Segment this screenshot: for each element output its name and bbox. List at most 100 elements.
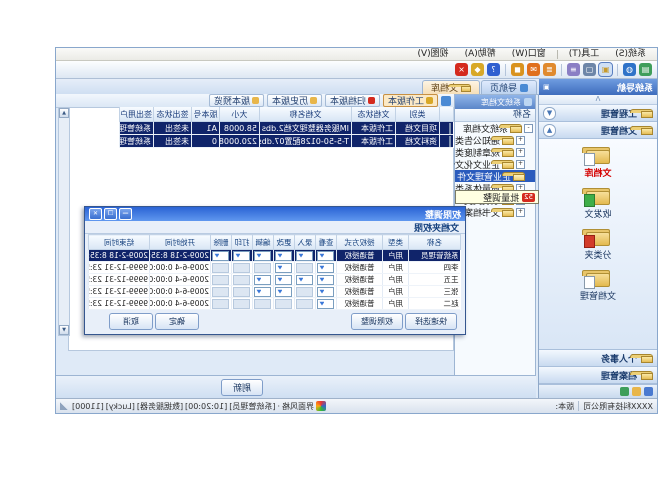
column-header[interactable]: 文档名称 xyxy=(260,107,352,122)
entry-permission-dropdown[interactable] xyxy=(297,263,314,273)
entry-permission-dropdown[interactable] xyxy=(297,251,314,261)
column-header[interactable]: 查看 xyxy=(316,235,337,250)
delete-permission-dropdown[interactable] xyxy=(213,275,230,285)
sidebar-item-docmanage[interactable]: 文档管理 xyxy=(580,270,616,302)
window-icon[interactable]: ▢ xyxy=(583,63,596,76)
collapse-icon[interactable]: - xyxy=(524,124,533,133)
column-header[interactable]: 编辑 xyxy=(253,235,274,250)
menu-view[interactable]: 视图(V) xyxy=(410,48,455,60)
close-icon[interactable]: ✕ xyxy=(89,208,102,220)
notebook-icon[interactable]: ≡ xyxy=(567,63,580,76)
edit-permission-dropdown[interactable] xyxy=(255,263,272,273)
column-header[interactable]: 签出状态 xyxy=(154,107,192,122)
permission-row[interactable]: 张三用户普通授权 2009-6-4 0:00:009999-12-31 23:5… xyxy=(89,286,461,298)
delete-permission-dropdown[interactable] xyxy=(213,287,230,297)
chevron-up-icon[interactable]: ▲ xyxy=(543,124,556,137)
column-header[interactable]: 签出用户 xyxy=(120,107,154,122)
briefcase-icon[interactable]: ◼ xyxy=(511,63,524,76)
print-permission-dropdown[interactable] xyxy=(234,299,251,309)
entry-permission-dropdown[interactable] xyxy=(297,275,314,285)
column-header[interactable]: 文档状态 xyxy=(352,107,396,122)
lock-icon[interactable]: ◆ xyxy=(471,63,484,76)
change-permission-dropdown[interactable] xyxy=(276,263,293,273)
info-icon[interactable] xyxy=(441,96,451,106)
chevron-down-icon[interactable]: ▼ xyxy=(543,107,556,120)
column-header[interactable]: 名称 xyxy=(409,235,461,250)
menu-system[interactable]: 系统(S) xyxy=(608,48,653,60)
column-header[interactable]: 删除 xyxy=(211,235,232,250)
expand-icon[interactable]: + xyxy=(516,148,525,157)
sidebar-group-project[interactable]: 工程管理 ▼ xyxy=(539,105,657,122)
history-version-button[interactable]: 历史版本 xyxy=(267,94,322,107)
tree-node-selected[interactable]: 企业管理文件 xyxy=(455,170,535,182)
view-permission-dropdown[interactable] xyxy=(318,251,335,261)
change-permission-dropdown[interactable] xyxy=(276,299,293,309)
document-icon[interactable]: ≣ xyxy=(543,63,556,76)
edit-permission-dropdown[interactable] xyxy=(255,251,272,261)
tree-node[interactable]: + 通知公告类 xyxy=(455,134,535,146)
sidebar-item-sendreceive[interactable]: 收发文 xyxy=(585,188,612,220)
delete-permission-dropdown[interactable] xyxy=(213,263,230,273)
print-permission-dropdown[interactable] xyxy=(234,275,251,285)
vertical-scrollbar[interactable]: ▲ ▼ xyxy=(58,107,70,336)
sidebar-group-personal[interactable]: 个人事务 xyxy=(539,350,657,367)
entry-permission-dropdown[interactable] xyxy=(297,287,314,297)
dialog-titlebar[interactable]: 权限调整 — ❐ ✕ xyxy=(85,207,465,221)
preview-version-button[interactable]: 版本预览 xyxy=(209,94,264,107)
delete-permission-dropdown[interactable] xyxy=(213,251,230,261)
palette-icon[interactable] xyxy=(316,401,326,411)
icon-column-header[interactable] xyxy=(440,107,454,122)
ok-button[interactable]: 确定 xyxy=(155,313,199,330)
tree-node-root[interactable]: - 系统文档库 xyxy=(455,122,535,134)
edit-permission-dropdown[interactable] xyxy=(255,275,272,285)
change-permission-dropdown[interactable] xyxy=(276,251,293,261)
folder-mini-icon[interactable] xyxy=(632,387,641,396)
tree-node[interactable]: + 文书档案类 xyxy=(455,206,535,218)
refresh-button[interactable]: 刷新 xyxy=(221,379,263,396)
tree-column-header[interactable]: 名称 xyxy=(455,109,535,122)
sidebar-group-archive[interactable]: 档案管理 xyxy=(539,367,657,384)
permission-row[interactable]: 李四用户普通授权 2009-6-4 0:00:009999-12-31 23:5… xyxy=(89,262,461,274)
view-permission-dropdown[interactable] xyxy=(318,287,335,297)
column-header[interactable]: 类型 xyxy=(383,235,409,250)
change-permission-dropdown[interactable] xyxy=(276,287,293,297)
expand-icon[interactable]: + xyxy=(516,208,525,217)
mail-icon[interactable]: ✉ xyxy=(527,63,540,76)
column-header[interactable]: 授权方式 xyxy=(337,235,383,250)
quick-select-button[interactable]: 快速选择 xyxy=(405,313,457,330)
print-permission-dropdown[interactable] xyxy=(234,251,251,261)
table-row[interactable]: 资料文档工作版本 T-5-50-0128配置07.dbs220.0008 0未签… xyxy=(120,135,454,148)
dialog-section-label[interactable]: 文档夹权限 xyxy=(85,221,465,234)
tree-node[interactable]: + 企业文化文件 xyxy=(455,158,535,170)
sidebar-item-categories[interactable]: 分类夹 xyxy=(585,229,612,261)
nav-mini-icon[interactable] xyxy=(644,387,653,396)
column-header[interactable]: 开始时间 xyxy=(150,235,211,250)
column-header[interactable]: 类别 xyxy=(396,107,440,122)
sidebar-group-documents[interactable]: 文档管理 ▲ xyxy=(539,122,657,139)
archived-version-button[interactable]: 归档版本 xyxy=(325,94,380,107)
delete-permission-dropdown[interactable] xyxy=(213,299,230,309)
print-permission-dropdown[interactable] xyxy=(234,287,251,297)
menu-help[interactable]: 帮助(A) xyxy=(458,48,503,60)
tab-navigation-page[interactable]: 导航页 xyxy=(481,80,537,94)
table-row[interactable]: 项目文档工作版本 IM服务器整理文档2.dbs58.0008 A1未签出 系统管… xyxy=(120,122,454,135)
exit-icon[interactable]: × xyxy=(455,63,468,76)
column-header[interactable]: 录入 xyxy=(295,235,316,250)
maximize-icon[interactable]: ❐ xyxy=(104,208,117,220)
expand-icon[interactable]: + xyxy=(516,160,525,169)
database-icon[interactable]: ▤ xyxy=(639,63,652,76)
edit-permission-dropdown[interactable] xyxy=(255,287,272,297)
permission-row[interactable]: 赵二用户普通授权 2009-6-4 0:00:009999-12-31 23:5… xyxy=(89,298,461,310)
minimize-icon[interactable]: — xyxy=(119,208,132,220)
edit-permission-dropdown[interactable] xyxy=(255,299,272,309)
help-icon[interactable]: ? xyxy=(487,63,500,76)
sidebar-item-doclibrary[interactable]: 文档库 xyxy=(585,147,612,179)
view-permission-dropdown[interactable] xyxy=(318,263,335,273)
expand-icon[interactable]: + xyxy=(516,136,525,145)
documents-folder-icon[interactable]: ▣ xyxy=(599,63,612,76)
view-permission-dropdown[interactable] xyxy=(318,275,335,285)
tree-node[interactable]: + 规章制度类 xyxy=(455,146,535,158)
menu-window[interactable]: 窗口(W) xyxy=(505,48,553,60)
menu-tools[interactable]: 工具(T) xyxy=(562,48,607,60)
scroll-down-icon[interactable]: ▼ xyxy=(59,325,69,335)
